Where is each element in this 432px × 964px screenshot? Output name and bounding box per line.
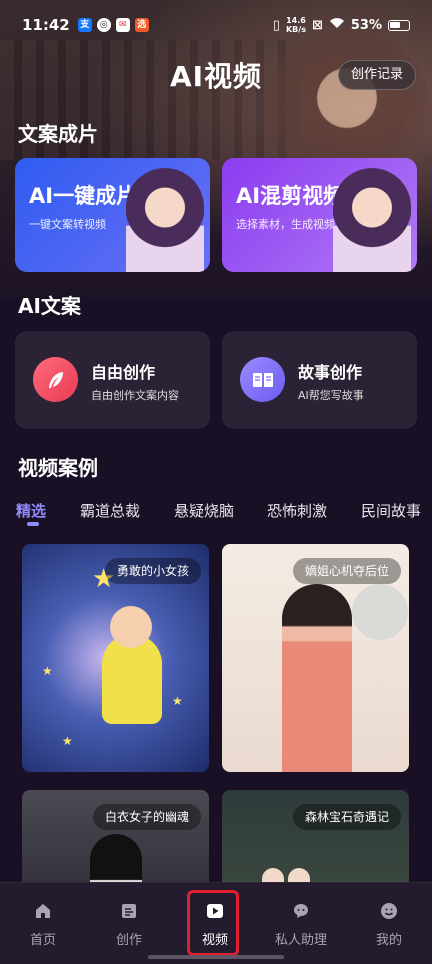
- tab-suspense[interactable]: 悬疑烧脑: [174, 500, 234, 521]
- free-creation-card[interactable]: 自由创作 自由创作文案内容: [15, 331, 210, 429]
- star-decoration: ★: [42, 664, 53, 678]
- case-label: 白衣女子的幽魂: [92, 804, 201, 830]
- vibrate-icon: ▯: [272, 17, 280, 33]
- book-icon: [240, 357, 285, 402]
- active-tab-indicator: [27, 522, 39, 526]
- nav-profile[interactable]: 我的: [346, 901, 432, 948]
- active-nav-highlight-box: [187, 890, 239, 956]
- battery-icon: [388, 19, 410, 31]
- star-decoration: ★: [62, 734, 73, 748]
- feather-icon: [33, 357, 78, 402]
- nav-label: 我的: [375, 933, 402, 948]
- speed-unit: KB/s: [285, 25, 306, 34]
- nav-assistant[interactable]: 私人助理: [258, 901, 344, 948]
- wifi-icon: [329, 17, 345, 33]
- notification-icon: 选: [134, 18, 149, 32]
- card-subtitle: 自由创作文案内容: [91, 389, 179, 402]
- ai-one-click-video-card[interactable]: AI一键成片 一键文案转视频: [15, 158, 210, 272]
- alipay-icon: 支: [77, 18, 92, 32]
- card-subtitle: 选择素材，生成视频: [236, 218, 335, 231]
- app-icon: ◎: [96, 18, 111, 32]
- nav-create[interactable]: 创作: [86, 901, 172, 948]
- card-title: AI混剪视频: [236, 184, 345, 208]
- case-label: 森林宝石奇遇记: [292, 804, 401, 830]
- home-icon: [33, 901, 53, 921]
- case-tile-palace[interactable]: 嫡姐心机夺后位: [222, 544, 409, 772]
- section-title-copy-to-video: 文案成片: [18, 122, 98, 146]
- moon-decoration: [352, 584, 408, 640]
- speed-value: 14.6: [286, 16, 306, 25]
- case-label: 嫡姐心机夺后位: [292, 558, 401, 584]
- story-creation-card[interactable]: 故事创作 AI帮您写故事: [222, 331, 417, 429]
- creation-records-button[interactable]: 创作记录: [337, 60, 416, 90]
- nav-label: 私人助理: [274, 933, 327, 948]
- nav-label: 首页: [29, 933, 56, 948]
- case-tile-brave-girl[interactable]: ★ ★ ★ ★ 勇敢的小女孩: [22, 544, 209, 772]
- card-subtitle: AI帮您写故事: [298, 389, 364, 402]
- star-decoration: ★: [172, 694, 183, 708]
- tab-folk-tales[interactable]: 民间故事: [361, 500, 421, 521]
- status-right: ▯ 14.6 KB/s ⊠ 53%: [273, 16, 410, 34]
- mail-icon: ✉: [115, 18, 130, 32]
- sim-icon: ⊠: [311, 17, 323, 33]
- tab-domineering-ceo[interactable]: 霸道总裁: [80, 500, 140, 521]
- fairy-head: [110, 606, 152, 648]
- section-title-video-cases: 视频案例: [18, 456, 98, 480]
- card-title: 自由创作: [91, 363, 156, 382]
- edit-icon: [119, 901, 139, 921]
- lady-illustration: [282, 584, 352, 772]
- tab-horror[interactable]: 恐怖刺激: [267, 500, 327, 521]
- status-bar: 11:42 支 ◎ ✉ 选 ▯ 14.6 KB/s ⊠ 53%: [0, 0, 432, 50]
- home-indicator[interactable]: [148, 955, 284, 959]
- network-speed: 14.6 KB/s: [286, 16, 306, 34]
- nav-home[interactable]: 首页: [0, 901, 86, 948]
- profile-icon: [379, 901, 399, 921]
- battery-percent: 53%: [350, 17, 382, 33]
- case-label: 勇敢的小女孩: [104, 558, 201, 584]
- tab-featured[interactable]: 精选: [16, 500, 46, 521]
- card-title: AI一键成片: [29, 184, 138, 208]
- card-illustration: [126, 168, 204, 272]
- ai-mix-video-card[interactable]: AI混剪视频 选择素材，生成视频: [222, 158, 417, 272]
- chat-icon: [291, 901, 311, 921]
- case-category-tabs: 精选 霸道总裁 悬疑烧脑 恐怖刺激 民间故事: [0, 500, 432, 530]
- section-title-ai-copy: AI文案: [18, 294, 81, 318]
- nav-label: 创作: [115, 933, 142, 948]
- card-subtitle: 一键文案转视频: [29, 218, 106, 231]
- card-title: 故事创作: [298, 363, 363, 382]
- card-illustration: [333, 168, 411, 272]
- status-time: 11:42: [22, 16, 70, 34]
